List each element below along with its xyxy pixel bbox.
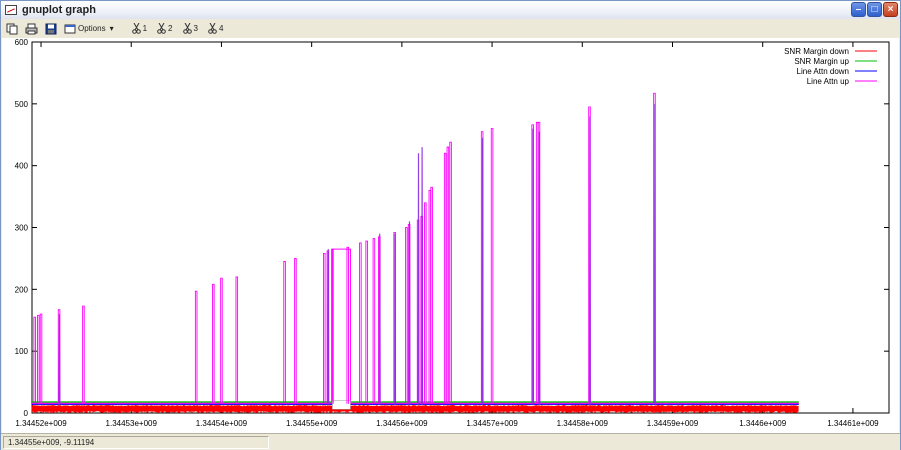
scissors-icon [157, 23, 166, 34]
series-line-attn-down-spike [417, 153, 420, 405]
series-line-attn-up-spike [424, 202, 427, 404]
series-line-attn-up-spike [82, 305, 85, 404]
series-line-attn-up-spike [323, 253, 326, 404]
plot-canvas[interactable]: 0 100 200 300 400 500 600 1.34452e+009 1.34453e+… [2, 38, 899, 433]
mark-label-3: 3 [193, 24, 198, 33]
title-bar[interactable]: gnuplot graph – □ × [1, 1, 900, 19]
series-line-attn-down-spike [408, 221, 411, 405]
mark-label-2: 2 [168, 24, 173, 33]
mark-button-4[interactable]: 4 [206, 20, 225, 37]
scissors-icon [208, 23, 217, 34]
minimize-button[interactable]: – [851, 2, 866, 17]
copy-icon [6, 23, 18, 34]
window-title: gnuplot graph [22, 4, 96, 16]
series-line-attn-up-spike [294, 257, 297, 404]
mark-label-1: 1 [142, 24, 148, 33]
series-line-attn-up-spike [39, 313, 43, 404]
series-line-attn-up-spike [359, 242, 362, 404]
series-line-attn-up-spike [212, 283, 215, 404]
y-tick-label: 500 [15, 100, 29, 109]
save-button[interactable] [43, 20, 59, 37]
series-line-attn-up-spike [194, 290, 198, 404]
series-line-attn-down-spike [532, 128, 535, 405]
series-line-attn-up-spike [446, 146, 450, 404]
series-line-attn-up-spike [283, 261, 286, 404]
close-button[interactable]: × [883, 2, 898, 17]
y-tick-label: 300 [15, 224, 29, 233]
series-line-attn-up-spike [346, 246, 349, 404]
series-snr-margin-down [31, 405, 799, 413]
series-line-attn-up-spike [37, 314, 40, 404]
window-controls: – □ × [851, 2, 898, 17]
mark-button-1[interactable]: 1 [130, 20, 149, 37]
series-line-attn-down-spike [58, 314, 61, 405]
legend-label: SNR Margin up [794, 57, 849, 66]
app-icon[interactable] [5, 5, 17, 15]
x-tick-label: 1.34459e+009 [647, 419, 699, 428]
options-label: Options [78, 24, 106, 33]
plot-border [31, 41, 890, 414]
series-line-attn-down-spike [481, 137, 484, 405]
chart-svg: 0 100 200 300 400 500 600 1.34452e+009 1.34453e+… [15, 38, 890, 428]
y-tick-label: 600 [15, 38, 29, 47]
series-line-attn-up-spike [490, 128, 494, 404]
printer-icon [25, 23, 38, 34]
mouse-coordinates: 1.34455e+009, -9.11194 [3, 436, 269, 449]
x-tick-label: 1.34453e+009 [106, 419, 158, 428]
legend-label: Line Attn up [807, 77, 850, 86]
copy-button[interactable] [4, 20, 20, 37]
series-line-attn-up-spike [33, 316, 36, 404]
x-tick-label: 1.34454e+009 [196, 419, 248, 428]
series-line-attn-down-spike [653, 103, 656, 405]
x-tick-label: 1.34456e+009 [376, 419, 428, 428]
series-line-attn-up-spike [235, 276, 239, 404]
series-line-attn-down-spike [378, 233, 381, 405]
mark-button-2[interactable]: 2 [155, 20, 174, 37]
print-button[interactable] [23, 20, 40, 37]
series-line-attn-up-spike [449, 141, 452, 404]
scissors-icon [182, 23, 192, 34]
series-line-attn-up-spike [443, 152, 447, 404]
gnuplot-window: gnuplot graph – □ × Options ▾ 1 2 3 4 0 … [0, 0, 901, 450]
legend-label: Line Attn down [797, 67, 849, 76]
series-line-attn-up-spike [220, 277, 223, 404]
y-tick-label: 100 [15, 347, 29, 356]
series-line-attn-down-spike [538, 131, 541, 405]
series-line-attn-down-spike [394, 233, 397, 405]
series-line-attn-down-spike [421, 147, 424, 405]
options-menu[interactable]: Options ▾ [62, 20, 116, 37]
toolbar: Options ▾ 1 2 3 4 [1, 19, 900, 38]
x-tick-label: 1.34455e+009 [286, 419, 338, 428]
series-line-attn-up-plateau [331, 248, 351, 404]
series-line-attn-up-spike [430, 186, 433, 404]
floppy-disk-icon [45, 23, 57, 34]
series-line-attn-down-spike [588, 116, 591, 405]
legend-label: SNR Margin down [784, 47, 849, 56]
x-tick-label: 1.34461e+009 [827, 419, 879, 428]
y-tick-label: 0 [24, 409, 29, 418]
series-line-attn-up-spike [405, 227, 408, 404]
y-tick-label: 400 [15, 162, 29, 171]
options-icon [64, 24, 76, 33]
mark-label-4: 4 [218, 24, 224, 33]
series-line-attn-down-spike [327, 249, 330, 405]
chevron-down-icon: ▾ [109, 24, 114, 33]
series-line-attn-up-spike [365, 240, 368, 404]
mark-button-3[interactable]: 3 [181, 20, 200, 37]
x-tick-label: 1.34458e+009 [557, 419, 609, 428]
series-gap-marker [332, 400, 351, 410]
maximize-button[interactable]: □ [867, 2, 882, 17]
x-tick-label: 1.34452e+009 [15, 419, 67, 428]
x-tick-label: 1.3446e+009 [739, 419, 786, 428]
y-tick-label: 200 [15, 285, 29, 294]
status-bar: 1.34455e+009, -9.11194 [1, 433, 900, 450]
series-line-attn-up-spike [372, 238, 376, 404]
scissors-icon [131, 23, 141, 34]
x-tick-label: 1.34457e+009 [466, 419, 518, 428]
